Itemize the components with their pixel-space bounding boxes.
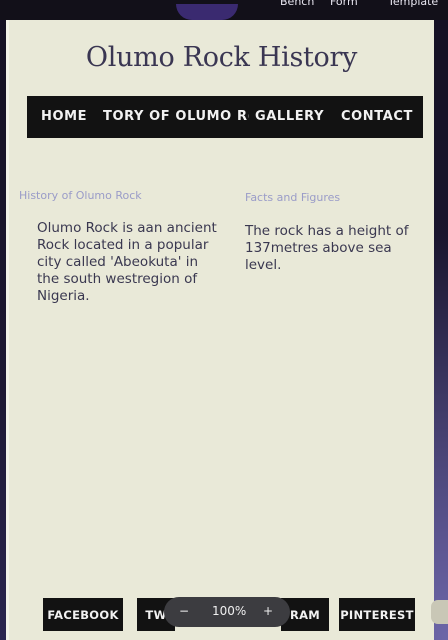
history-heading: History of Olumo Rock (19, 189, 142, 202)
nav-item-gallery[interactable]: GALLERY (255, 109, 324, 124)
zoom-out-button[interactable]: − (179, 604, 189, 618)
zoom-in-button[interactable]: + (263, 604, 273, 618)
nav-item-home[interactable]: HOME (41, 109, 87, 124)
top-link-form[interactable]: Form (330, 0, 358, 8)
camera-notch (176, 4, 238, 20)
top-link-bench[interactable]: Bench (280, 0, 314, 8)
pinterest-button[interactable]: PINTEREST (339, 598, 415, 631)
side-handle (431, 600, 448, 624)
nav-item-contact[interactable]: CONTACT (341, 109, 413, 124)
facts-heading: Facts and Figures (245, 191, 341, 204)
facts-text: The rock has a height of 137metres above… (245, 223, 409, 273)
zoom-control: − 100% + (164, 597, 290, 627)
history-text: Olumo Rock is aan ancient Rock located i… (37, 220, 217, 304)
web-page: Olumo Rock History HOME TORY OF OLUMO R(… (6, 20, 434, 640)
nav-item-history[interactable]: TORY OF OLUMO R( (103, 109, 249, 124)
top-link-template[interactable]: Template (388, 0, 438, 8)
site-title: Olumo Rock History (85, 42, 358, 73)
main-nav: HOME TORY OF OLUMO R( GALLERY CONTACT (27, 96, 423, 138)
zoom-level: 100% (212, 604, 247, 618)
facebook-button[interactable]: FACEBOOK (43, 598, 123, 631)
